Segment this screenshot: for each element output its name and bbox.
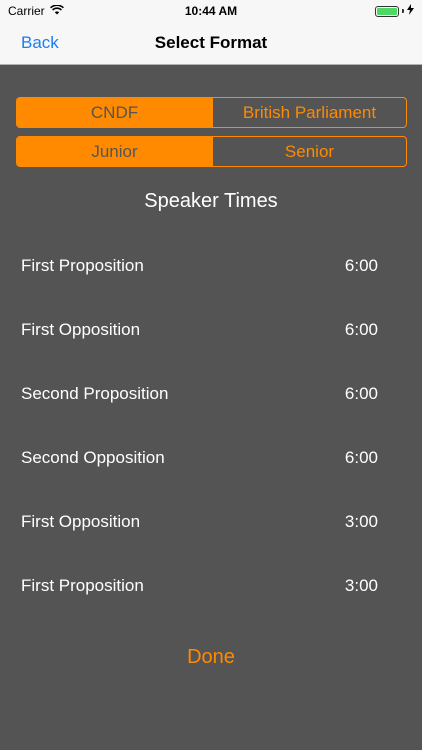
speaker-name: First Opposition [21,512,141,531]
speaker-row: First Opposition 6:00 [21,318,378,342]
charging-icon [407,4,414,18]
speaker-row: First Proposition 3:00 [21,574,378,598]
speaker-time: 6:00 [344,448,378,467]
level-segmented-control: Junior Senior [16,136,407,167]
battery-icon [375,5,399,17]
status-time: 10:44 AM [184,4,238,18]
speaker-time: 6:00 [344,320,378,339]
segment-cndf[interactable]: CNDF [17,98,212,127]
segment-senior[interactable]: Senior [212,137,406,166]
speaker-row: Second Proposition 6:00 [21,382,378,406]
speaker-time: 3:00 [344,576,378,595]
page-title: Select Format [154,33,268,52]
status-right [375,4,414,18]
speaker-name: First Opposition [21,320,141,339]
status-bar: Carrier 10:44 AM [0,0,422,21]
speaker-time: 6:00 [344,256,378,275]
speaker-name: First Proposition [21,576,144,595]
speaker-name: Second Opposition [21,448,165,467]
speaker-row: Second Opposition 6:00 [21,446,378,470]
navigation-bar: Back Select Format [0,21,422,65]
speaker-name: First Proposition [21,256,144,275]
done-button[interactable]: Done [0,646,422,669]
speaker-row: First Proposition 6:00 [21,254,378,278]
speaker-row: First Opposition 3:00 [21,510,378,534]
format-segmented-control: CNDF British Parliament [16,97,407,128]
section-title: Speaker Times [144,190,278,212]
speaker-time: 6:00 [344,384,378,403]
speaker-time: 3:00 [344,512,378,531]
battery-cap [402,9,404,13]
segment-junior[interactable]: Junior [17,137,212,166]
segment-british-parliament[interactable]: British Parliament [212,98,406,127]
speaker-name: Second Proposition [21,384,169,403]
